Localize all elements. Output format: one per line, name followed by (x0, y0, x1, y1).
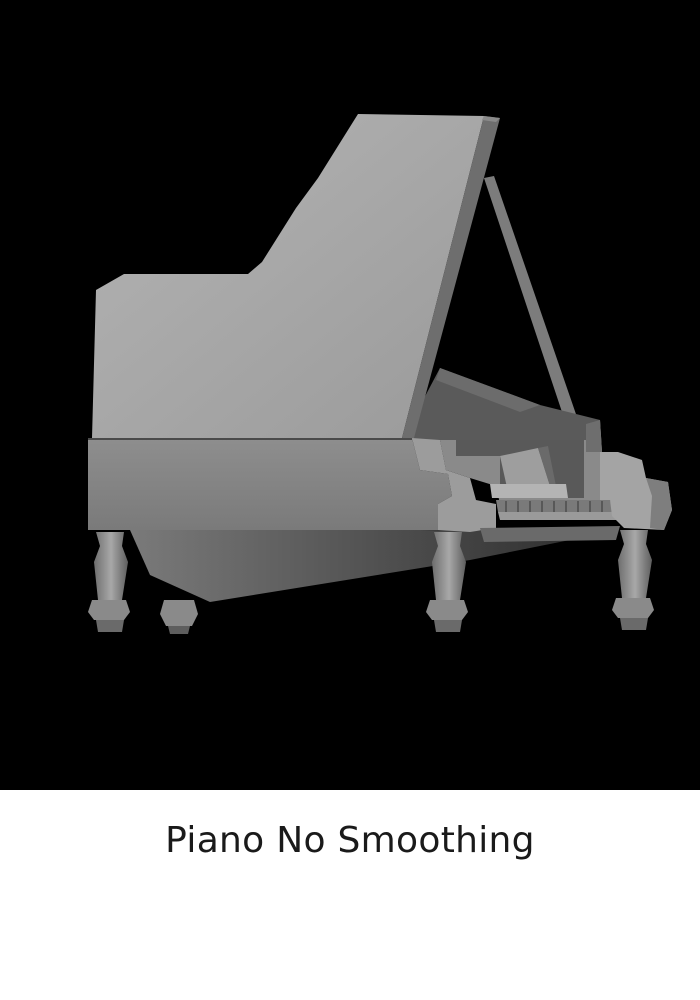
grand-piano-icon (88, 114, 672, 634)
piano-keys (490, 484, 568, 498)
leg-front-left (88, 532, 130, 632)
render-viewport (0, 0, 700, 790)
piano-rim (88, 438, 452, 530)
leg-front-right (612, 530, 654, 630)
lid-prop-stick (484, 176, 578, 424)
caption-panel: Piano No Smoothing (0, 790, 700, 1000)
leg-rear (160, 600, 198, 634)
figure-caption: Piano No Smoothing (165, 820, 535, 861)
keybed-front (480, 526, 620, 542)
